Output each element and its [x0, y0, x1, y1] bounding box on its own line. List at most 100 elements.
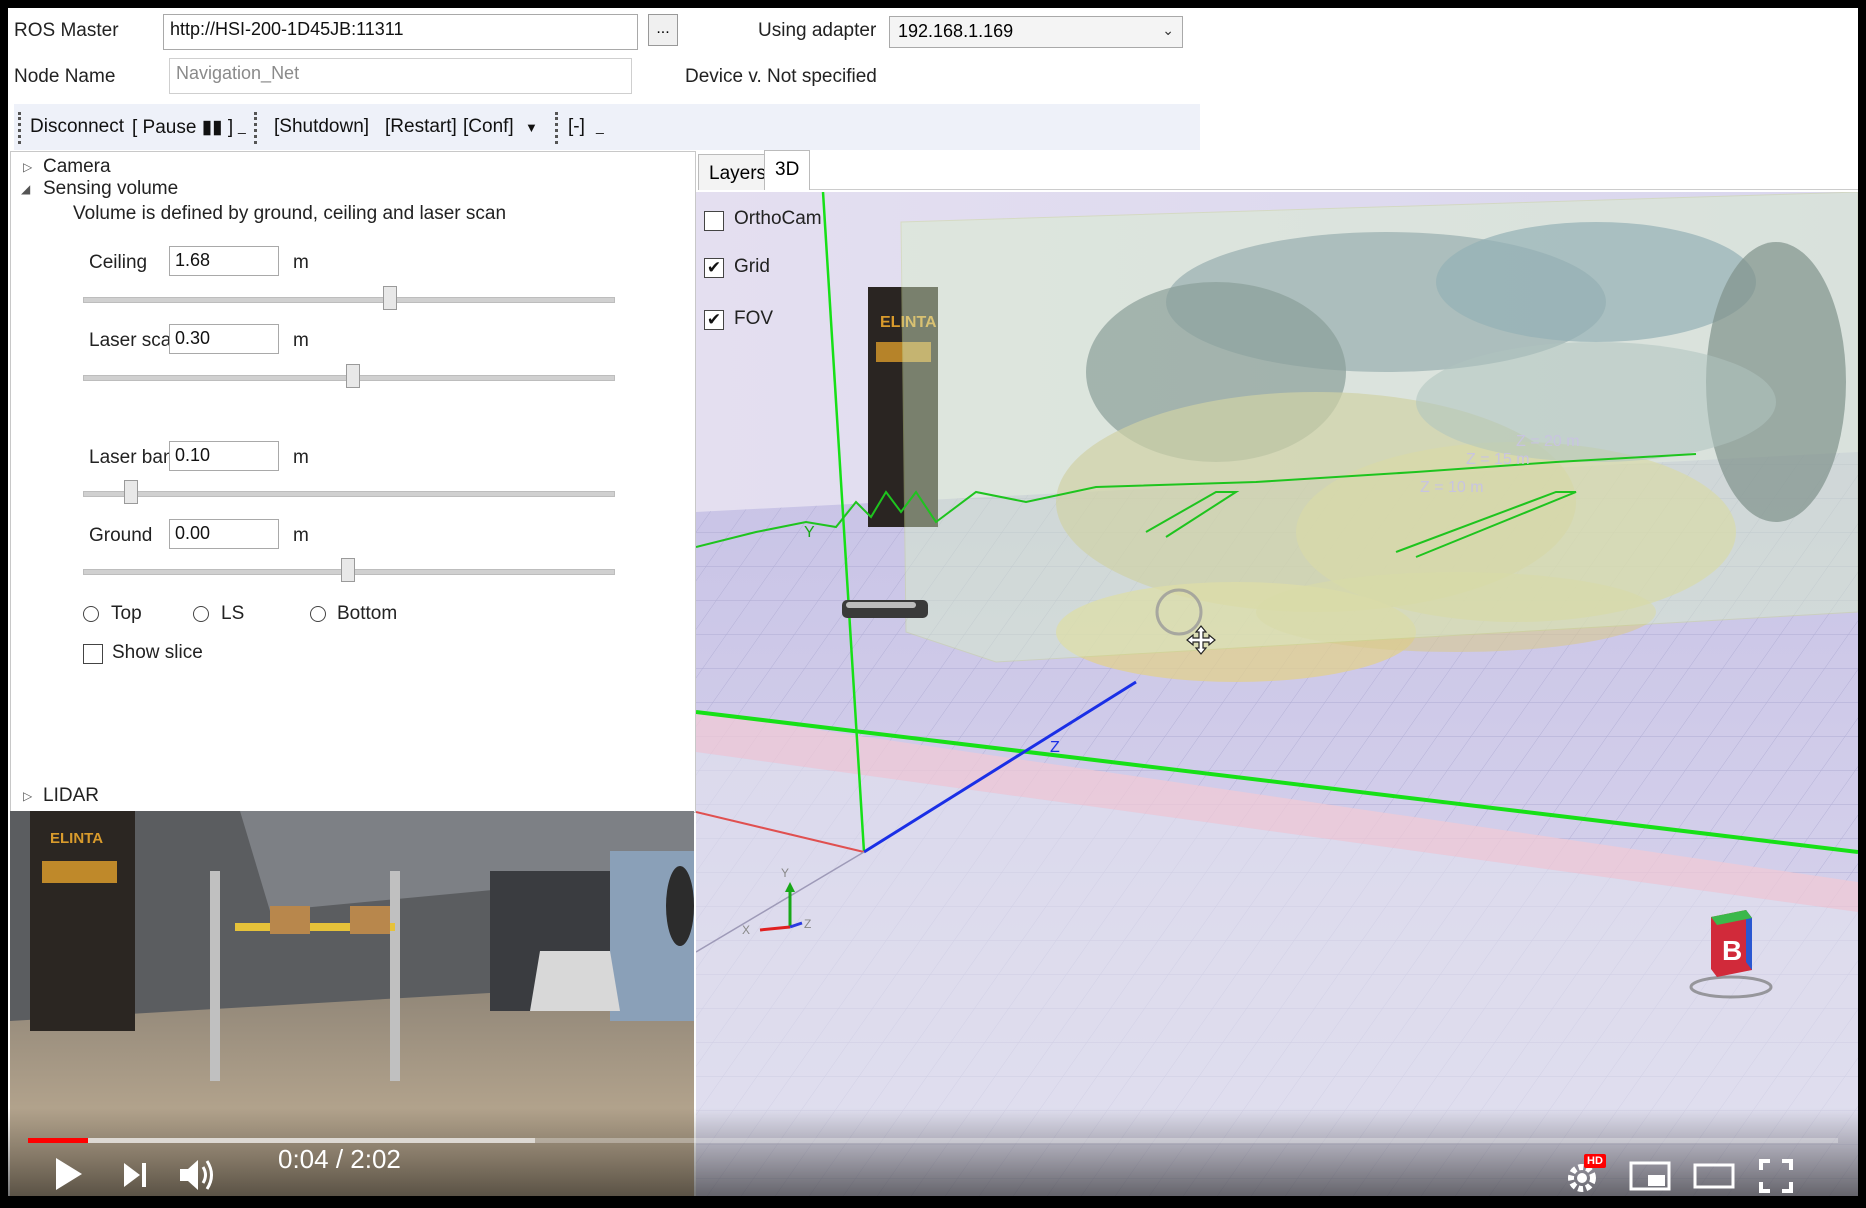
pause-button[interactable]: [ Pause ▮▮ ] — [132, 116, 233, 139]
chevron-down-icon: ⌄ — [1162, 22, 1174, 38]
toolbar-grip[interactable] — [18, 112, 24, 144]
toolbar-grip-3[interactable] — [555, 112, 561, 144]
laser-scan-input[interactable]: 0.30 — [169, 324, 279, 354]
toolbar-grip-2[interactable] — [254, 112, 260, 144]
expand-triangle-icon[interactable]: ▷ — [23, 789, 32, 803]
hd-badge: HD — [1584, 1154, 1606, 1168]
ceiling-input[interactable]: 1.68 — [169, 246, 279, 276]
adapter-select-value: 192.168.1.169 — [898, 21, 1014, 41]
orthocam-label: OrthoCam — [734, 208, 822, 229]
ground-label: Ground — [89, 525, 153, 546]
channel-logo-letter: B — [1722, 935, 1742, 966]
shutdown-button[interactable]: [Shutdown] — [274, 116, 369, 138]
ceiling-slider-track[interactable] — [83, 297, 615, 303]
laser-scan-label: Laser scar — [89, 330, 178, 351]
fullscreen-icon[interactable] — [1758, 1158, 1794, 1194]
progress-bar — [28, 1138, 88, 1143]
overflow-icon-2[interactable]: _ — [596, 118, 604, 134]
ground-input[interactable]: 0.00 — [169, 519, 279, 549]
time-display: 0:04 / 2:02 — [278, 1144, 401, 1174]
device-label: Device v. Not specified — [685, 66, 877, 87]
gizmo-x-label: X — [742, 923, 750, 937]
tree-item-sensing-volume[interactable]: Sensing volume — [43, 178, 178, 200]
ros-master-input[interactable]: http://HSI-200-1D45JB:11311 — [163, 14, 638, 50]
gizmo-z-label: Z — [804, 917, 811, 931]
counter-desk — [530, 951, 620, 1011]
fov-label: FOV — [734, 308, 774, 329]
node-name-label: Node Name — [14, 66, 116, 87]
ceiling-label: Ceiling — [89, 252, 148, 273]
laser-band-label: Laser ban — [89, 447, 174, 468]
adapter-select[interactable]: 192.168.1.169 ⌄ — [889, 16, 1183, 48]
box-2 — [350, 906, 390, 934]
z10-label: Z = 10 m — [1420, 479, 1484, 496]
person-silhouette — [666, 866, 694, 946]
theater-mode-icon[interactable] — [1692, 1162, 1736, 1190]
radio-bottom[interactable] — [310, 606, 326, 622]
3d-viewport[interactable]: ELINTA Y Z = 20 m Z = 15 m Z = 10 m Z Y … — [696, 192, 1858, 1196]
restart-button[interactable]: [Restart] — [385, 116, 457, 138]
browse-button[interactable]: ... — [648, 14, 678, 46]
scaffold-post-2 — [390, 871, 400, 1081]
show-slice-checkbox[interactable] — [83, 644, 103, 664]
view-tabs: Layers 3D — [696, 148, 1858, 192]
laser-scan-slider-thumb[interactable] — [346, 364, 361, 388]
laser-scan-unit: m — [293, 330, 309, 351]
properties-panel: ▷ Camera ◢ Sensing volume Volume is defi… — [10, 151, 696, 813]
show-slice-label: Show slice — [112, 642, 203, 663]
gizmo-y-label: Y — [781, 866, 789, 880]
volume-icon[interactable] — [178, 1156, 220, 1194]
camera-banner-logo: ELINTA — [50, 830, 103, 847]
sensing-description: Volume is defined by ground, ceiling and… — [73, 203, 507, 224]
3d-scene: ELINTA Y Z = 20 m Z = 15 m Z = 10 m Z Y … — [696, 192, 1858, 1196]
robot-sensor-top — [846, 602, 916, 608]
tab-3d[interactable]: 3D — [764, 150, 810, 190]
ceiling-slider-thumb[interactable] — [383, 286, 398, 310]
ground-slider-thumb[interactable] — [341, 558, 355, 582]
laser-band-slider-track[interactable] — [83, 491, 615, 497]
y-axis-label: Y — [804, 524, 815, 541]
radio-ls[interactable] — [193, 606, 209, 622]
collapse-triangle-icon[interactable]: ◢ — [21, 182, 30, 196]
tab-layers[interactable]: Layers — [698, 154, 766, 190]
z20-label: Z = 20 m — [1516, 433, 1580, 450]
laser-band-input[interactable]: 0.10 — [169, 441, 279, 471]
ros-master-label: ROS Master — [14, 20, 119, 41]
expand-triangle-icon[interactable]: ▷ — [23, 160, 32, 174]
adapter-label: Using adapter — [758, 20, 877, 41]
box — [270, 906, 310, 934]
overflow-icon[interactable]: _ — [238, 118, 246, 134]
z-axis-label: Z — [1050, 739, 1060, 756]
miniplayer-icon[interactable] — [1628, 1160, 1672, 1192]
laser-band-slider-thumb[interactable] — [123, 480, 138, 504]
play-icon[interactable] — [50, 1154, 86, 1194]
node-name-input[interactable]: Navigation_Net — [169, 58, 632, 94]
disconnect-button[interactable]: Disconnect — [30, 116, 124, 138]
tree-item-lidar[interactable]: LIDAR — [43, 785, 99, 807]
radio-bottom-label: Bottom — [337, 603, 398, 624]
tree-item-camera[interactable]: Camera — [43, 156, 111, 178]
fov-checkbox[interactable]: ✔ — [704, 310, 724, 330]
ceiling-unit: m — [293, 252, 309, 273]
orthocam-checkbox[interactable] — [704, 211, 724, 231]
tab-divider — [810, 189, 1858, 190]
grid-label: Grid — [734, 256, 770, 277]
video-player-controls: 0:04 / 2:02 HD — [8, 1108, 1858, 1196]
radio-top[interactable] — [83, 606, 99, 622]
conf-button[interactable]: [Conf] — [463, 116, 514, 138]
buffered-bar — [28, 1138, 535, 1143]
laser-band-unit: m — [293, 447, 309, 468]
radio-top-label: Top — [111, 603, 142, 624]
ground-unit: m — [293, 525, 309, 546]
fov-volume — [900, 192, 1858, 663]
z15-label: Z = 15 m — [1466, 451, 1530, 468]
radio-ls-label: LS — [221, 603, 245, 624]
next-icon[interactable] — [120, 1160, 150, 1190]
scaffold-post — [210, 871, 220, 1081]
toolbar: Disconnect [ Pause ▮▮ ] _ [Shutdown] [Re… — [14, 104, 1200, 150]
grid-checkbox[interactable]: ✔ — [704, 258, 724, 278]
video-frame: ROS Master http://HSI-200-1D45JB:11311 .… — [0, 0, 1866, 1208]
ros-app-window: ROS Master http://HSI-200-1D45JB:11311 .… — [8, 8, 1858, 1196]
collapse-button[interactable]: [-] — [568, 116, 585, 138]
overflow-dropdown-icon[interactable]: ▼ — [525, 120, 538, 135]
